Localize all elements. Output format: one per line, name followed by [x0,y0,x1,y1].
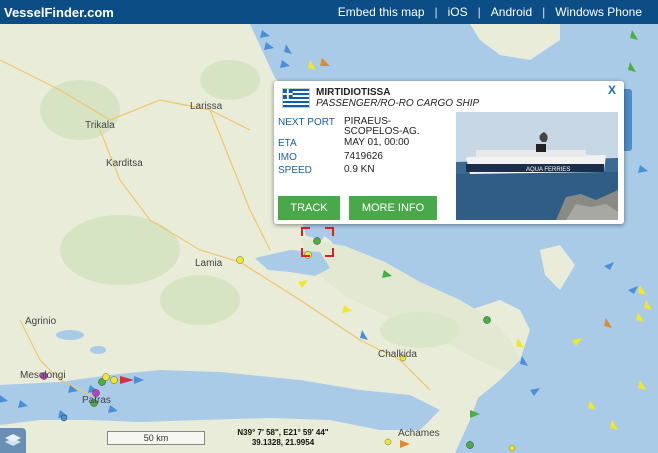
side-panel-toggle[interactable] [624,89,632,151]
more-info-button[interactable]: MORE INFO [349,196,437,220]
vessel-type: PASSENGER/RO-RO CARGO SHIP [316,98,480,109]
city-label-trikala: Trikala [85,120,115,131]
imo-label: IMO [278,152,297,163]
vessel-dot-icon [313,237,321,245]
coordinates-decimal: 39.1328, 21.9954 [251,438,315,447]
close-icon[interactable]: X [608,83,616,97]
vessel-dot-icon [483,316,491,324]
coordinates-dms: N39° 7' 58", E21° 59' 44" [237,428,329,437]
layers-button[interactable] [0,428,26,453]
city-label-achames: Achames [398,428,440,439]
city-label-karditsa: Karditsa [106,158,143,169]
vessel-dot-icon [110,376,118,384]
photo-hull-text: AQUA FERRIES [526,167,570,173]
vessel-dot-icon [508,444,516,452]
city-label-patras: Patras [82,395,111,406]
vessel-dot-icon [384,438,392,446]
vessel-dot-icon [60,414,68,422]
eta-label: ETA [278,138,297,149]
speed-value: 0.9 KN [344,164,375,175]
windows-phone-link[interactable]: Windows Phone [545,5,652,19]
speed-label: SPEED [278,165,312,176]
header-nav: Embed this map | iOS | Android | Windows… [328,5,658,19]
imo-value: 7419626 [344,151,383,162]
vessel-info-popup: X MIRTIDIOTISSA PASSENGER/RO-RO CARGO SH… [274,81,624,224]
city-label-mesolongi: Mesolongi [20,370,66,381]
vessel-dot-icon [102,373,110,381]
scale-bar: 50 km [107,431,205,445]
embed-map-link[interactable]: Embed this map [328,5,435,19]
next-port-value: PIRAEUS-SCOPELOS-AG. [344,116,420,137]
ios-link[interactable]: iOS [438,5,478,19]
city-label-agrinio: Agrinio [25,316,57,327]
android-link[interactable]: Android [481,5,542,19]
vessel-dot-icon [236,256,244,264]
vessel-name: MIRTIDIOTISSA [316,87,391,98]
city-label-chalkida: Chalkida [378,349,417,360]
track-button[interactable]: TRACK [278,196,340,220]
city-label-larissa: Larissa [190,101,223,112]
next-port-label: NEXT PORT [278,117,335,128]
eta-value: MAY 01, 00:00 [344,137,410,148]
map-canvas[interactable] [0,0,658,453]
vessel-dot-icon [466,441,474,449]
cursor-coordinates: N39° 7' 58", E21° 59' 44" 39.1328, 21.99… [226,428,340,448]
vessel-photo[interactable]: AQUA FERRIES [456,112,618,220]
header-bar: VesselFinder.com Embed this map | iOS | … [0,0,658,24]
city-label-lamia: Lamia [195,258,223,269]
layers-icon [5,434,21,446]
greece-flag-icon [282,88,310,108]
brand-logo[interactable]: VesselFinder.com [0,5,114,20]
